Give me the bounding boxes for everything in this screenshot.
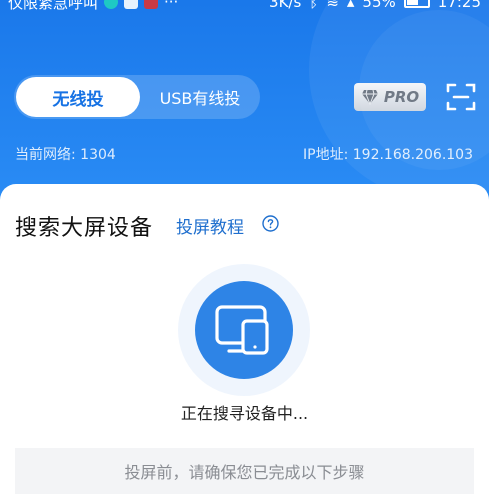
scan-icon: [446, 83, 476, 111]
scan-qr-button[interactable]: [446, 82, 476, 112]
signal-icon: ▴: [346, 0, 355, 11]
steps-notice: 投屏前，请确保您已完成以下步骤: [15, 448, 474, 494]
network-speed: 3K/s: [269, 0, 302, 11]
pro-button[interactable]: PRO: [354, 83, 426, 111]
moon-icon: [104, 0, 119, 9]
mode-switch: 无线投 USB有线投: [14, 75, 260, 119]
search-card: 搜索大屏设备 投屏教程 正在搜寻设备中... 投屏前，请确保您已完成以下步骤: [0, 184, 489, 500]
device-search-button[interactable]: [195, 281, 293, 379]
battery-icon: [403, 0, 430, 8]
search-status-text: 正在搜寻设备中...: [180, 404, 309, 423]
diamond-icon: [361, 89, 378, 105]
carrier-text: 仅限紧急呼叫: [8, 0, 99, 12]
header-panel: 仅限紧急呼叫 ··· 3K/s ᛒ ≋ ▴ 55% 17:25 无线投 USB有…: [0, 0, 489, 205]
page-title: 搜索大屏设备: [15, 216, 154, 241]
battery-percent: 55%: [362, 0, 396, 11]
wifi-icon: ≋: [326, 0, 339, 11]
tab-usb[interactable]: USB有线投: [142, 77, 258, 117]
status-bar: 仅限紧急呼叫 ··· 3K/s ᛒ ≋ ▴ 55% 17:25: [0, 0, 489, 13]
app-notification-icon: [144, 0, 159, 9]
pro-label: PRO: [383, 88, 420, 106]
tab-wireless[interactable]: 无线投: [16, 77, 140, 117]
ip-address: IP地址: 192.168.206.103: [303, 147, 473, 163]
tutorial-link[interactable]: 投屏教程: [176, 213, 244, 238]
current-network: 当前网络: 1304: [15, 147, 116, 163]
clock: 17:25: [437, 0, 481, 11]
help-icon[interactable]: [262, 215, 279, 232]
more-notifications: ···: [164, 0, 179, 11]
devices-icon: [215, 305, 269, 355]
notification-icon: [124, 0, 139, 9]
bluetooth-icon: ᛒ: [309, 0, 319, 11]
